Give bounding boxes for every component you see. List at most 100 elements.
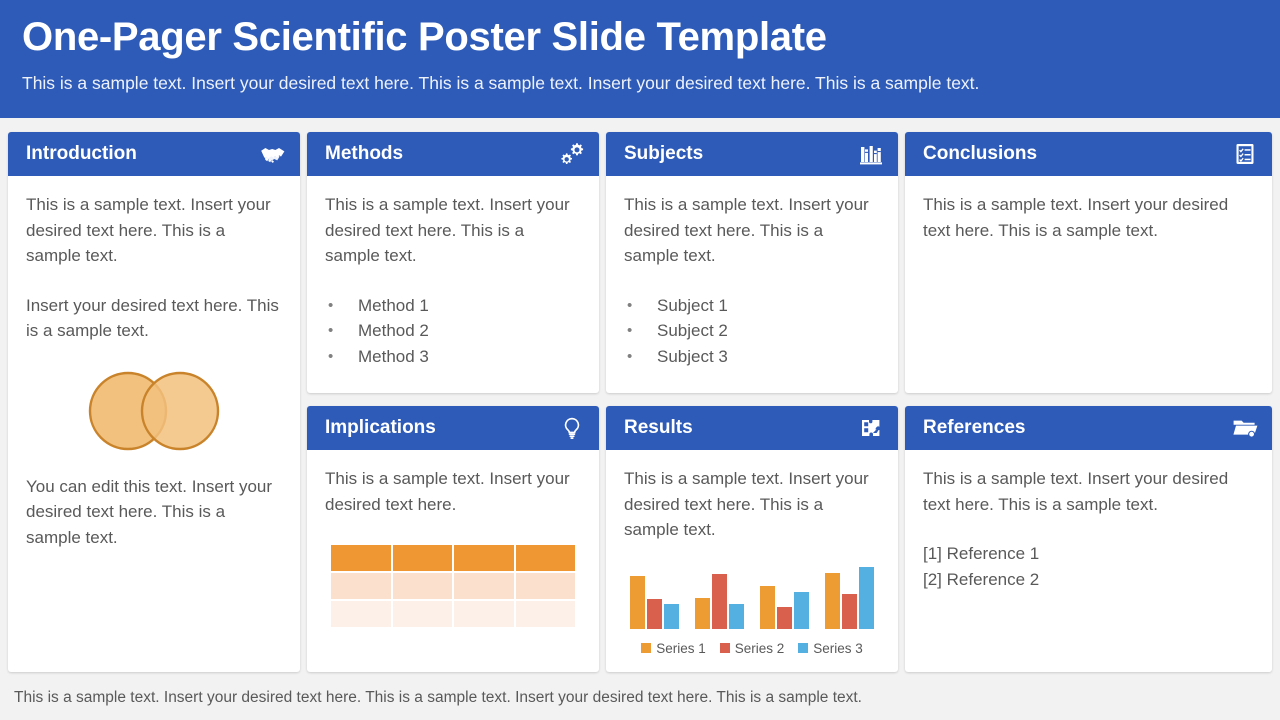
references-paragraph-1: This is a sample text. Insert your desir…: [923, 469, 1229, 514]
list-item: Subject 1: [624, 293, 880, 319]
puzzle-piece-icon: [858, 415, 884, 441]
bar-series1-cat1: [630, 575, 645, 629]
bar-series3-cat4: [859, 566, 874, 629]
card-implications[interactable]: Implications This is a sample text. Inse…: [307, 406, 599, 672]
card-body-methods: This is a sample text. Insert your desir…: [307, 176, 599, 393]
results-paragraph-1: This is a sample text. Insert your desir…: [624, 469, 869, 539]
card-body-subjects: This is a sample text. Insert your desir…: [606, 176, 898, 393]
card-title-references: References: [923, 417, 1026, 438]
list-item: Subject 3: [624, 344, 880, 370]
page-title: One-Pager Scientific Poster Slide Templa…: [22, 15, 827, 59]
card-conclusions[interactable]: Conclusions This is a sample text. Inser…: [905, 132, 1272, 393]
list-item: Subject 2: [624, 318, 880, 344]
table-cell: [515, 601, 575, 627]
card-title-implications: Implications: [325, 417, 436, 438]
bar-series2-cat1: [647, 598, 662, 629]
introduction-paragraph-2: Insert your desired text here. This is a…: [26, 295, 279, 341]
subjects-bullet-list: Subject 1 Subject 2 Subject 3: [624, 293, 880, 370]
legend-swatch-icon: [641, 643, 652, 654]
folder-search-icon: [1232, 415, 1258, 441]
card-header-subjects: Subjects: [606, 132, 898, 176]
legend-item-series2: Series 2: [719, 636, 785, 662]
bar-chart-plot: [624, 566, 880, 629]
bar-series1-cat3: [760, 585, 775, 629]
card-header-references: References: [905, 406, 1272, 450]
legend-label: Series 1: [656, 640, 706, 656]
references-entry-list: [1] Reference 1 [2] Reference 2: [923, 541, 1254, 592]
books-icon: [858, 141, 884, 167]
card-body-implications: This is a sample text. Insert your desir…: [307, 450, 599, 672]
card-title-introduction: Introduction: [26, 143, 137, 164]
card-title-conclusions: Conclusions: [923, 143, 1038, 164]
table-row: [331, 545, 575, 571]
table-cell: [515, 545, 575, 571]
introduction-paragraph-3: You can edit this text. Insert your desi…: [26, 476, 273, 547]
bar-group-1: [630, 567, 679, 629]
methods-paragraph-1: This is a sample text. Insert your desir…: [325, 195, 570, 265]
card-subjects[interactable]: Subjects This is a sample text. Insert y…: [606, 132, 898, 393]
table-cell: [454, 545, 514, 571]
bar-series2-cat3: [777, 606, 792, 629]
table-cell: [454, 573, 514, 599]
list-item: Method 3: [325, 344, 581, 370]
bar-group-3: [760, 567, 809, 629]
list-item: Method 2: [325, 318, 581, 344]
legend-item-series3: Series 3: [798, 636, 863, 662]
table-row: [331, 601, 575, 627]
card-results[interactable]: Results This is a sample text. Insert yo…: [606, 406, 898, 672]
implications-paragraph-1: This is a sample text. Insert your desir…: [325, 469, 570, 514]
bar-chart-legend: Series 1 Series 2 Series 3: [624, 636, 880, 662]
card-header-methods: Methods: [307, 132, 599, 176]
card-header-conclusions: Conclusions: [905, 132, 1272, 176]
bar-group-2: [695, 567, 744, 629]
bar-series1-cat2: [695, 597, 710, 629]
list-item: Method 1: [325, 293, 581, 319]
card-body-introduction: This is a sample text. Insert your desir…: [8, 176, 300, 672]
card-header-introduction: Introduction: [8, 132, 300, 176]
card-title-subjects: Subjects: [624, 143, 704, 164]
card-title-methods: Methods: [325, 143, 404, 164]
legend-swatch-icon: [798, 643, 809, 654]
poster-header-band: One-Pager Scientific Poster Slide Templa…: [0, 0, 1280, 118]
bar-series3-cat2: [729, 603, 744, 629]
list-item: [2] Reference 2: [923, 569, 1040, 589]
table-cell: [392, 573, 452, 599]
bar-group-4: [825, 566, 874, 629]
handshake-icon: [260, 141, 286, 167]
results-bar-chart: Series 1 Series 2 Series 3: [624, 566, 880, 662]
conclusions-paragraph-1: This is a sample text. Insert your desir…: [923, 195, 1229, 240]
bar-series2-cat2: [712, 573, 727, 629]
legend-label: Series 2: [734, 640, 785, 656]
table-cell: [515, 573, 575, 599]
gears-icon: [559, 141, 585, 167]
lightbulb-icon: [559, 415, 585, 441]
card-title-results: Results: [624, 417, 693, 438]
card-references[interactable]: References This is a sample text. Insert…: [905, 406, 1272, 672]
list-item: [1] Reference 1: [923, 544, 1040, 563]
bar-series3-cat3: [794, 591, 809, 629]
footer-text: This is a sample text. Insert your desir…: [14, 689, 862, 706]
table-row: [331, 573, 575, 599]
card-introduction[interactable]: Introduction This is a sample text. Inse…: [8, 132, 300, 672]
bar-series1-cat4: [825, 572, 840, 629]
card-header-implications: Implications: [307, 406, 599, 450]
checklist-icon: [1232, 141, 1258, 167]
legend-item-series1: Series 1: [641, 636, 706, 662]
poster-card-board: Introduction This is a sample text. Inse…: [0, 118, 1280, 676]
legend-label: Series 3: [813, 640, 863, 656]
introduction-paragraph-1: This is a sample text. Insert your desir…: [26, 195, 271, 265]
page-subtitle: This is a sample text. Insert your desir…: [22, 73, 980, 93]
subjects-paragraph-1: This is a sample text. Insert your desir…: [624, 195, 869, 265]
footer-band: This is a sample text. Insert your desir…: [0, 676, 1280, 720]
table-cell: [454, 601, 514, 627]
card-body-references: This is a sample text. Insert your desir…: [905, 450, 1272, 672]
table-cell: [392, 545, 452, 571]
bar-series3-cat1: [664, 603, 679, 629]
implications-table: [329, 543, 577, 629]
card-body-results: This is a sample text. Insert your desir…: [606, 450, 898, 672]
card-body-conclusions: This is a sample text. Insert your desir…: [905, 176, 1272, 393]
bar-series2-cat4: [842, 593, 857, 629]
card-methods[interactable]: Methods This is a sample text. Insert yo…: [307, 132, 599, 393]
legend-swatch-icon: [719, 643, 730, 654]
table-cell: [331, 573, 391, 599]
